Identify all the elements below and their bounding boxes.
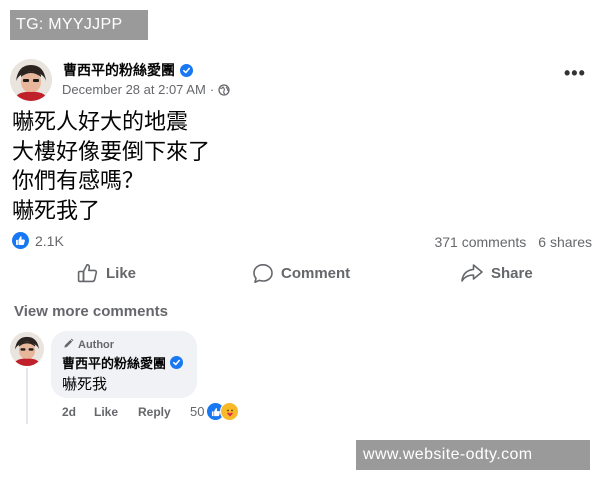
comment-like-button[interactable]: Like [94,405,138,419]
post-meta: December 28 at 2:07 AM · [62,82,230,97]
verified-badge-icon [180,63,193,77]
comment-author-name[interactable]: 曹西平的粉絲愛團 [62,353,184,372]
comment-author-avatar[interactable] [10,332,44,366]
post-timestamp[interactable]: December 28 at 2:07 AM [62,82,206,97]
comment-reactions[interactable]: 50 [190,402,240,421]
comments-count[interactable]: 371 comments [434,234,526,250]
comment-author-name-text[interactable]: 曹西平的粉絲愛團 [62,353,166,372]
verified-badge-icon [170,356,184,369]
comment-reply-button[interactable]: Reply [138,405,198,419]
comment-reaction-icons [206,402,240,421]
post-line: 嚇死人好大的地震 [12,110,189,135]
share-button-label: Share [491,264,533,282]
watermark-top: TG: MYYJJPP [10,10,148,40]
post-line: 嚇死我了 [12,198,101,224]
post-author-name[interactable]: 曹西平的粉絲愛團 [63,60,193,80]
view-more-comments-link[interactable]: View more comments [14,303,168,320]
post-line: 你們有感嗎？ [12,169,145,194]
pencil-icon [63,338,74,352]
shares-count[interactable]: 6 shares [538,234,592,250]
like-button-label: Like [106,264,137,282]
globe-icon [218,83,230,96]
author-badge-label: Author [78,339,115,351]
reaction-summary[interactable]: 2.1K [12,232,64,249]
comment-bubble-icon [252,263,274,284]
author-badge: Author [63,338,114,352]
share-button[interactable]: Share [460,263,533,283]
post-author-avatar[interactable] [10,59,52,101]
comment-button-label: Comment [281,265,351,282]
comment-reaction-count: 50 [190,404,205,419]
comment-actions: 2d Like Reply [62,405,198,419]
care-icon [220,402,240,421]
like-button[interactable]: Like [77,263,136,283]
reaction-count[interactable]: 2.1K [35,233,64,249]
comment-text: 嚇死我 [62,375,108,393]
like-icon [12,232,29,249]
meta-separator: · [209,82,215,97]
comment-timestamp[interactable]: 2d [62,405,94,419]
post-options-button[interactable]: ••• [564,64,586,82]
share-arrow-icon [460,263,484,283]
post-stats: 371 comments 6 shares [434,234,592,250]
post-author-name-text[interactable]: 曹西平的粉絲愛團 [63,60,175,80]
post-line: 大樓好像要倒下來了 [12,139,211,165]
post-body: 嚇死人好大的地震 大樓好像要倒下來了 你們有感嗎？ 嚇死我了 [12,108,210,226]
watermark-bottom: www.website-odty.com [356,440,590,470]
comment-button[interactable]: Comment [252,263,350,284]
comment-thread-line [26,368,28,424]
thumbs-up-outline-icon [77,263,99,283]
